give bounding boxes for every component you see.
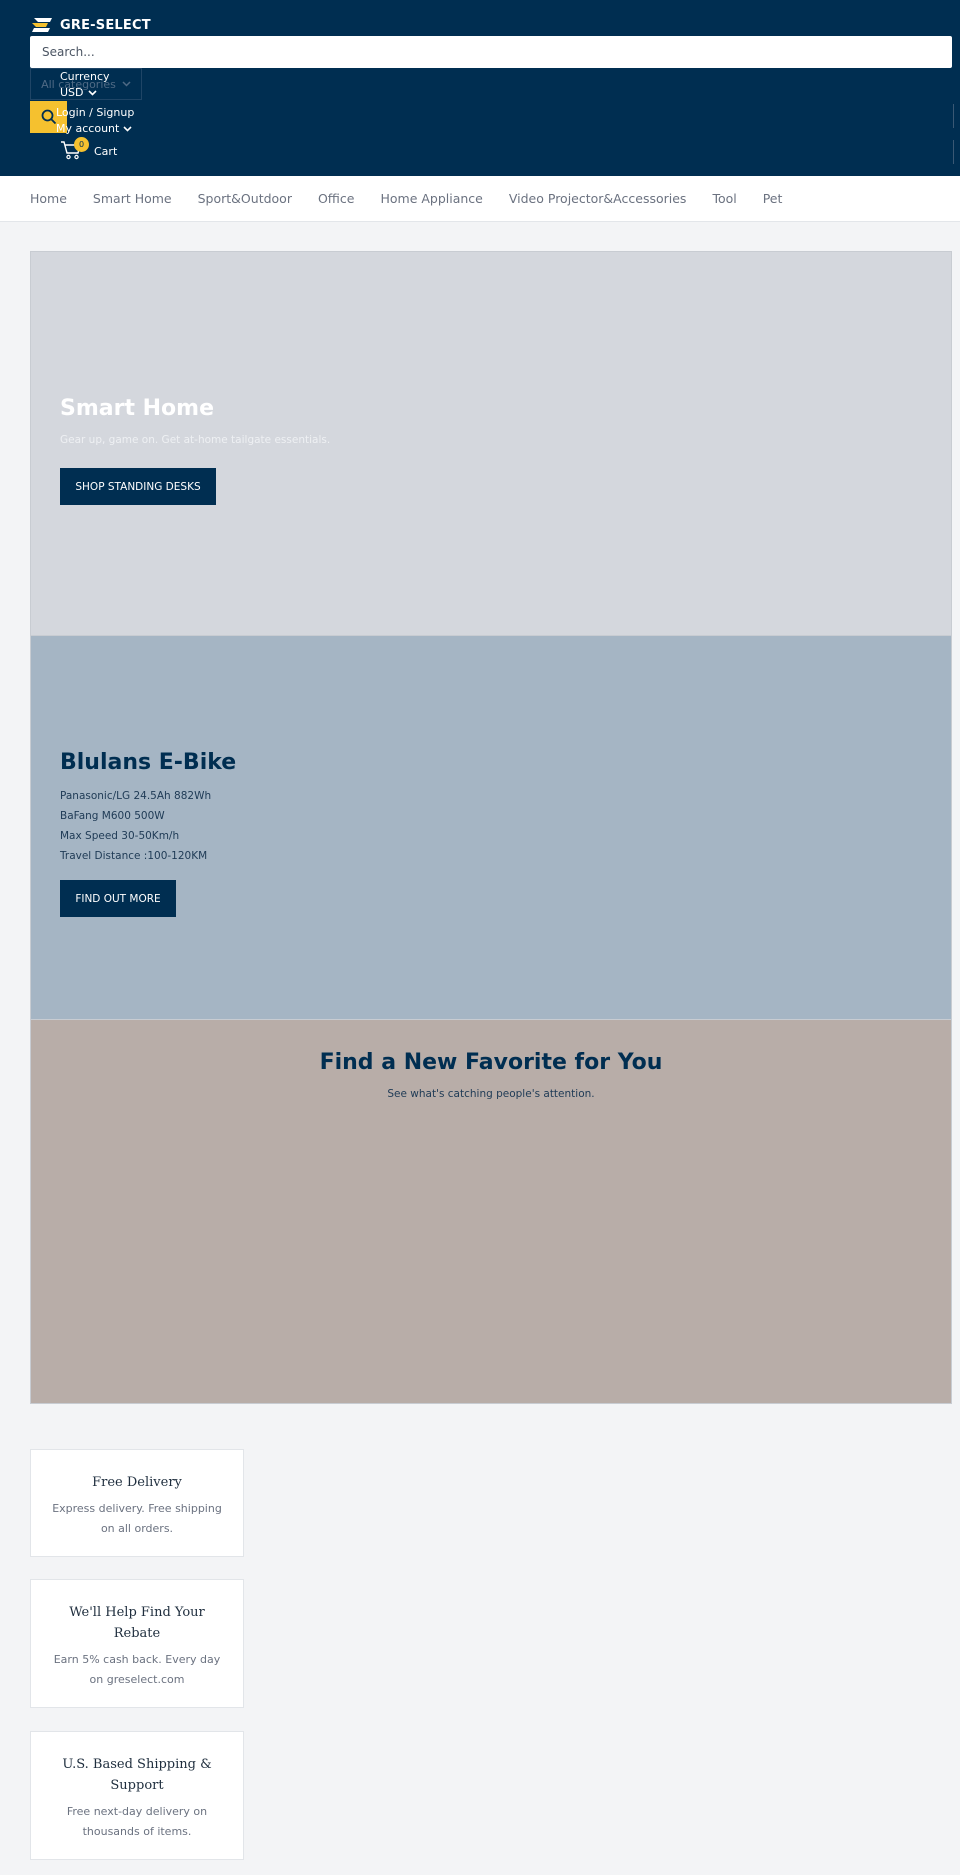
divider bbox=[953, 104, 954, 128]
cart-link[interactable]: 0 Cart bbox=[60, 137, 118, 162]
my-account-link[interactable]: My account bbox=[56, 122, 132, 135]
feature-card-delivery: Free Delivery Express delivery. Free shi… bbox=[30, 1449, 244, 1557]
feature-card-shipping-support: U.S. Based Shipping & Support Free next-… bbox=[30, 1731, 244, 1860]
chevron-down-icon bbox=[123, 125, 132, 132]
divider bbox=[953, 140, 954, 164]
slide-subtitle: Gear up, game on. Get at-home tailgate e… bbox=[60, 434, 331, 446]
logo-text: GRE-SELECT bbox=[60, 17, 151, 33]
ebike-specs: Panasonic/LG 24.5Ah 882Wh BaFang M600 50… bbox=[60, 786, 211, 866]
feature-title: U.S. Based Shipping & Support bbox=[62, 1757, 212, 1793]
feature-card-rebate: We'll Help Find Your Rebate Earn 5% cash… bbox=[30, 1579, 244, 1708]
nav-item-smart-home[interactable]: Smart Home bbox=[93, 191, 172, 206]
nav-item-pet[interactable]: Pet bbox=[763, 191, 783, 206]
nav-item-video-projector[interactable]: Video Projector&Accessories bbox=[509, 191, 687, 206]
account-label: My account bbox=[56, 122, 120, 135]
chevron-down-icon bbox=[122, 81, 131, 87]
spec-line: Travel Distance :100-120KM bbox=[60, 850, 208, 862]
chevron-down-icon bbox=[87, 89, 97, 96]
currency-label: Currency bbox=[60, 70, 110, 83]
feature-text: Free next-day delivery on thousands of i… bbox=[66, 1805, 208, 1838]
shop-standing-desks-button[interactable]: SHOP STANDING DESKS bbox=[60, 468, 216, 505]
section-title: Find a New Favorite for You bbox=[319, 1050, 663, 1075]
find-out-more-button[interactable]: FIND OUT MORE bbox=[60, 880, 176, 917]
slide-title: Smart Home bbox=[60, 396, 215, 421]
spec-line: Panasonic/LG 24.5Ah 882Wh bbox=[60, 790, 212, 802]
site-header: GRE-SELECT All categories Currency USD L… bbox=[0, 0, 960, 176]
cart-count-badge: 0 bbox=[74, 137, 89, 152]
section-subtitle: See what's catching people's attention. bbox=[387, 1088, 595, 1100]
login-signup-link[interactable]: Login / Signup bbox=[56, 106, 134, 119]
feature-title: We'll Help Find Your Rebate bbox=[69, 1605, 205, 1641]
feature-title: Free Delivery bbox=[92, 1475, 182, 1490]
spec-line: Max Speed 30-50Km/h bbox=[60, 830, 180, 842]
logo[interactable]: GRE-SELECT bbox=[30, 14, 151, 36]
hero-slide-smart-home: Smart Home Gear up, game on. Get at-home… bbox=[30, 251, 952, 636]
nav-item-home-appliance[interactable]: Home Appliance bbox=[380, 191, 482, 206]
nav-item-home[interactable]: Home bbox=[30, 191, 67, 206]
feature-text: Express delivery. Free shipping on all o… bbox=[52, 1502, 222, 1535]
nav-item-office[interactable]: Office bbox=[318, 191, 355, 206]
nav-item-tool[interactable]: Tool bbox=[712, 191, 736, 206]
spec-line: BaFang M600 500W bbox=[60, 810, 165, 822]
favorites-section: Find a New Favorite for You See what's c… bbox=[30, 1020, 952, 1404]
main-nav: Home Smart Home Sport&Outdoor Office Hom… bbox=[0, 176, 960, 222]
cart-label: Cart bbox=[94, 144, 118, 158]
search-input[interactable] bbox=[30, 36, 952, 68]
logo-icon bbox=[32, 18, 52, 32]
currency-value: USD bbox=[60, 86, 84, 99]
slide-title: Blulans E-Bike bbox=[60, 750, 237, 775]
hero-slide-ebike: Blulans E-Bike Panasonic/LG 24.5Ah 882Wh… bbox=[30, 636, 952, 1020]
feature-text: Earn 5% cash back. Every day on greselec… bbox=[53, 1653, 221, 1686]
search-icon bbox=[41, 109, 56, 125]
nav-item-sport-outdoor[interactable]: Sport&Outdoor bbox=[198, 191, 292, 206]
currency-selector[interactable]: USD bbox=[60, 86, 97, 99]
